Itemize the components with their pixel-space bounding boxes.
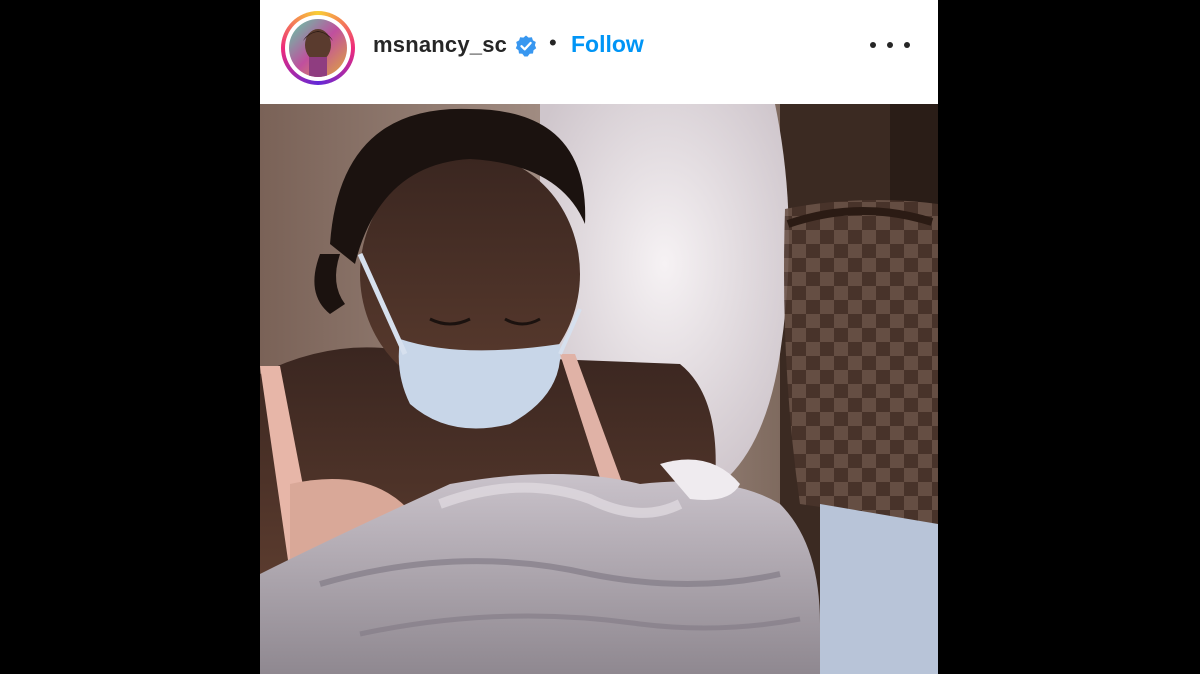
separator-dot: • <box>549 30 557 55</box>
more-options-icon[interactable] <box>870 30 910 60</box>
post-media-photo[interactable] <box>260 104 938 674</box>
photo-mother-newborn <box>260 104 938 674</box>
avatar-image <box>289 19 347 77</box>
post-header: msnancy_sc • Follow <box>260 0 938 104</box>
avatar-story-ring[interactable] <box>281 11 355 85</box>
follow-button[interactable]: Follow <box>571 31 644 58</box>
verified-badge-icon <box>515 35 537 57</box>
instagram-post: msnancy_sc • Follow <box>260 0 938 674</box>
username-link[interactable]: msnancy_sc <box>373 32 507 58</box>
avatar[interactable] <box>289 19 347 77</box>
